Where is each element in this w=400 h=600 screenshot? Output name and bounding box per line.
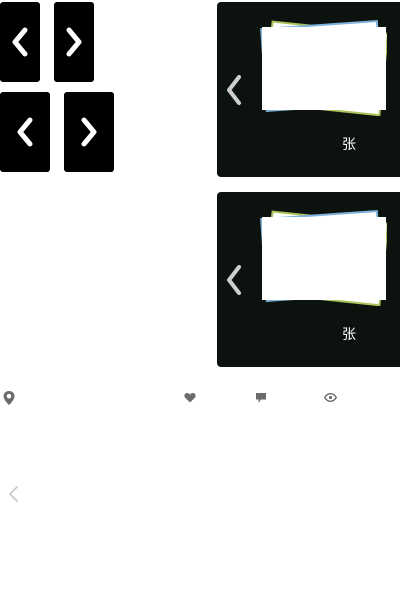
photo-count-label: 张 [342, 327, 356, 343]
eye-icon[interactable] [324, 393, 337, 402]
album-card[interactable]: 张 [217, 2, 400, 177]
chevron-left-icon [12, 27, 28, 57]
photo-count-label: 张 [342, 137, 356, 153]
photo-stack-icon [260, 20, 387, 116]
location-pin-icon[interactable] [2, 390, 16, 406]
chevron-right-icon [66, 27, 82, 57]
photo-stack-icon [260, 210, 387, 306]
next-button-large[interactable] [64, 92, 114, 172]
album-card[interactable]: 张 [217, 192, 400, 367]
next-button-small[interactable] [54, 2, 94, 82]
comment-icon[interactable] [255, 392, 267, 404]
chevron-left-icon [17, 117, 33, 147]
heart-icon[interactable] [184, 392, 196, 403]
chevron-right-icon [81, 117, 97, 147]
chevron-left-icon[interactable] [224, 74, 244, 106]
back-button[interactable] [6, 484, 20, 504]
prev-button-small[interactable] [0, 2, 40, 82]
prev-button-large[interactable] [0, 92, 50, 172]
chevron-left-icon [9, 486, 18, 502]
chevron-left-icon[interactable] [224, 264, 244, 296]
